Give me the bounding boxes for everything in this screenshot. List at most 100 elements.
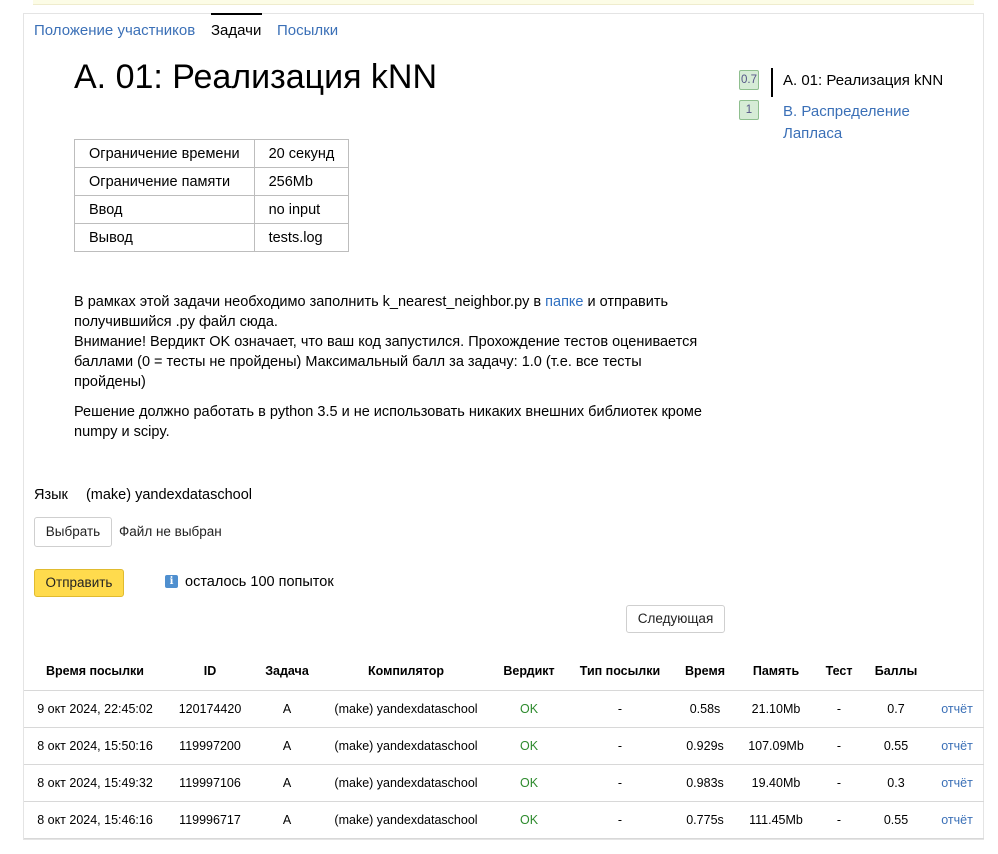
cell-runtime: 0.58s (674, 690, 736, 728)
table-row: 8 окт 2024, 15:46:16 119996717 A (make) … (24, 801, 984, 839)
cell-score: 0.7 (862, 690, 930, 728)
cell-score: 0.55 (862, 801, 930, 839)
limits-table: Ограничение времени 20 секунд Ограничени… (74, 139, 350, 252)
language-value[interactable]: (make) yandexdataschool (86, 487, 252, 503)
cell-memory: 107.09Mb (736, 727, 816, 765)
choose-file-button[interactable]: Выбрать (34, 517, 112, 547)
column-header: Память (736, 652, 816, 691)
folder-link[interactable]: папке (545, 294, 583, 310)
report-link[interactable]: отчёт (941, 813, 973, 827)
problem-statement: В рамках этой задачи необходимо заполнит… (74, 292, 714, 452)
notification-strip (33, 0, 974, 5)
cell-compiler: (make) yandexdataschool (320, 801, 492, 839)
cell-report: отчёт (930, 690, 984, 728)
score-badge: 1 (739, 100, 759, 120)
limit-value: 256Mb (253, 167, 350, 196)
current-problem-marker (771, 68, 773, 97)
send-button[interactable]: Отправить (34, 569, 124, 597)
limit-value: no input (253, 195, 350, 224)
cell-verdict: OK (492, 727, 566, 765)
cell-report: отчёт (930, 727, 984, 765)
table-row: 8 окт 2024, 15:49:32 119997106 A (make) … (24, 764, 984, 802)
limit-value: 20 секунд (253, 139, 350, 168)
column-header: ID (166, 652, 254, 691)
column-header: Время (674, 652, 736, 691)
limits-row: Ограничение памяти 256Mb (74, 167, 350, 196)
language-label: Язык (34, 487, 68, 503)
language-selector[interactable]: Язык (make) yandexdataschool (34, 487, 252, 503)
cell-score: 0.55 (862, 727, 930, 765)
problem-title: А. 01: Реализация kNN (74, 58, 438, 96)
problem-list-label: Лапласа (783, 125, 843, 142)
info-icon: i (165, 575, 178, 588)
problem-list-label: B. Распределение (783, 103, 910, 120)
attempts-left: осталось 100 попыток (185, 574, 334, 590)
cell-type: - (566, 727, 674, 765)
cell-runtime: 0.983s (674, 764, 736, 802)
cell-task: A (254, 690, 320, 728)
cell-id: 119997106 (166, 764, 254, 802)
limits-row: Ввод no input (74, 195, 350, 224)
cell-report: отчёт (930, 764, 984, 802)
statement-paragraph: Решение должно работать в python 3.5 и н… (74, 404, 702, 440)
cell-id: 120174420 (166, 690, 254, 728)
cell-compiler: (make) yandexdataschool (320, 764, 492, 802)
cell-memory: 19.40Mb (736, 764, 816, 802)
cell-verdict: OK (492, 801, 566, 839)
column-header (930, 652, 984, 691)
table-header: Время посылки ID Задача Компилятор Верди… (24, 652, 984, 691)
cell-time: 8 окт 2024, 15:46:16 (24, 801, 166, 839)
active-tab-indicator (211, 13, 262, 15)
limits-row: Вывод tests.log (74, 223, 350, 252)
column-header: Баллы (862, 652, 930, 691)
limit-key: Вывод (74, 223, 255, 252)
file-status: Файл не выбран (119, 524, 222, 539)
cell-test: - (816, 727, 862, 765)
cell-type: - (566, 690, 674, 728)
statement-warning: Внимание! Вердикт OK означает, что ваш к… (74, 334, 698, 390)
column-header: Задача (254, 652, 320, 691)
report-link[interactable]: отчёт (941, 776, 973, 790)
column-header: Тест (816, 652, 862, 691)
cell-test: - (816, 801, 862, 839)
cell-test: - (816, 764, 862, 802)
limit-key: Ввод (74, 195, 255, 224)
limit-key: Ограничение времени (74, 139, 255, 168)
cell-task: A (254, 727, 320, 765)
cell-runtime: 0.929s (674, 727, 736, 765)
cell-time: 8 окт 2024, 15:50:16 (24, 727, 166, 765)
next-button[interactable]: Следующая (626, 605, 725, 633)
tab-problems[interactable]: Задачи (211, 22, 261, 39)
cell-verdict: OK (492, 764, 566, 802)
limit-key: Ограничение памяти (74, 167, 255, 196)
cell-score: 0.3 (862, 764, 930, 802)
cell-verdict: OK (492, 690, 566, 728)
score-badge: 0.7 (739, 70, 759, 90)
limit-value: tests.log (253, 223, 350, 252)
table-row: 8 окт 2024, 15:50:16 119997200 A (make) … (24, 727, 984, 765)
submissions-table: Время посылки ID Задача Компилятор Верди… (24, 652, 984, 839)
column-header: Тип посылки (566, 652, 674, 691)
column-header: Вердикт (492, 652, 566, 691)
cell-memory: 111.45Mb (736, 801, 816, 839)
cell-id: 119997200 (166, 727, 254, 765)
cell-compiler: (make) yandexdataschool (320, 690, 492, 728)
statement-text: В рамках этой задачи необходимо заполнит… (74, 294, 546, 310)
column-header: Компилятор (320, 652, 492, 691)
cell-time: 8 окт 2024, 15:49:32 (24, 764, 166, 802)
report-link[interactable]: отчёт (941, 739, 973, 753)
cell-test: - (816, 690, 862, 728)
cell-task: A (254, 801, 320, 839)
cell-compiler: (make) yandexdataschool (320, 727, 492, 765)
cell-id: 119996717 (166, 801, 254, 839)
cell-runtime: 0.775s (674, 801, 736, 839)
problem-list-label: А. 01: Реализация kNN (783, 72, 944, 89)
tab-standings[interactable]: Положение участников (34, 22, 195, 39)
cell-report: отчёт (930, 801, 984, 839)
cell-type: - (566, 764, 674, 802)
cell-time: 9 окт 2024, 22:45:02 (24, 690, 166, 728)
column-header: Время посылки (24, 652, 166, 691)
table-row: 9 окт 2024, 22:45:02 120174420 A (make) … (24, 690, 984, 728)
tab-submissions[interactable]: Посылки (277, 22, 338, 39)
report-link[interactable]: отчёт (941, 702, 973, 716)
